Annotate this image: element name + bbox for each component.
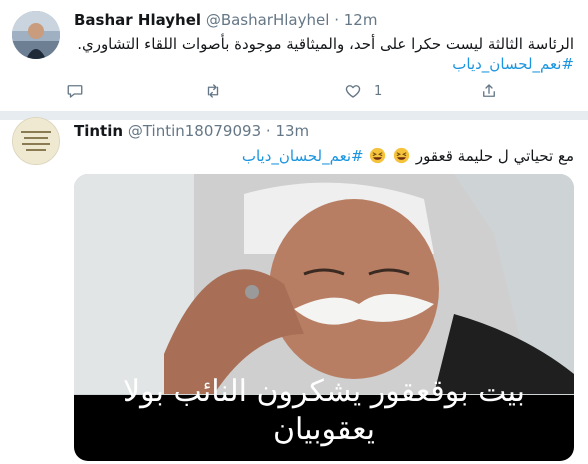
tweet-actions: 1 [66,82,526,100]
separator: · [334,11,339,29]
reply-button[interactable] [66,82,84,100]
separator: · [265,122,271,140]
avatar[interactable] [12,11,60,59]
retweet-icon [207,84,219,98]
tweet[interactable]: Tintin @Tintin18079093 · 13m مع تحياتي ل… [0,112,588,464]
avatar-logo [13,118,59,164]
display-name[interactable]: Tintin [74,122,123,140]
tweet-header: Bashar Hlayhel @BasharHlayhel · 12m [74,10,377,30]
grinning-squinting-face-icon [393,147,410,164]
tweet-text: مع تحياتي ل حليمة قعقور #نعم_لحسان_دياب [242,146,574,166]
meme-caption: بيت بوقعقور يشكرون النائب بولا يعقوبيان [122,374,525,447]
avatar-photo [12,11,60,59]
display-name[interactable]: Bashar Hlayhel [74,11,201,29]
user-handle[interactable]: @BasharHlayhel [206,11,330,29]
timestamp[interactable]: 13m [275,122,309,140]
like-count: 1 [374,83,383,99]
like-icon [345,85,361,98]
share-button[interactable] [480,82,498,100]
retweet-button[interactable] [204,82,222,100]
avatar[interactable] [12,117,60,165]
tweet-text-start: مع تحياتي ل حليمة قعقور [415,147,574,165]
reply-icon [67,85,83,98]
tweet-header: Tintin @Tintin18079093 · 13m [74,121,309,141]
divider [0,112,588,120]
tweet-text: الرئاسة الثالثة ليست حكرا على أحد، والمي… [77,35,574,53]
hashtag-link[interactable]: #نعم_لحسان_دياب [452,54,574,74]
user-handle[interactable]: @Tintin18079093 [128,122,261,140]
timestamp[interactable]: 12m [344,11,378,29]
hashtag-link[interactable]: #نعم_لحسان_دياب [242,147,364,165]
media-image[interactable]: بيت بوقعقور يشكرون النائب بولا يعقوبيان [74,174,574,461]
share-icon [483,84,495,97]
tweet[interactable]: Bashar Hlayhel @BasharHlayhel · 12m الرئ… [0,0,588,112]
like-button[interactable]: 1 [344,82,382,100]
grinning-squinting-face-icon [370,147,386,164]
